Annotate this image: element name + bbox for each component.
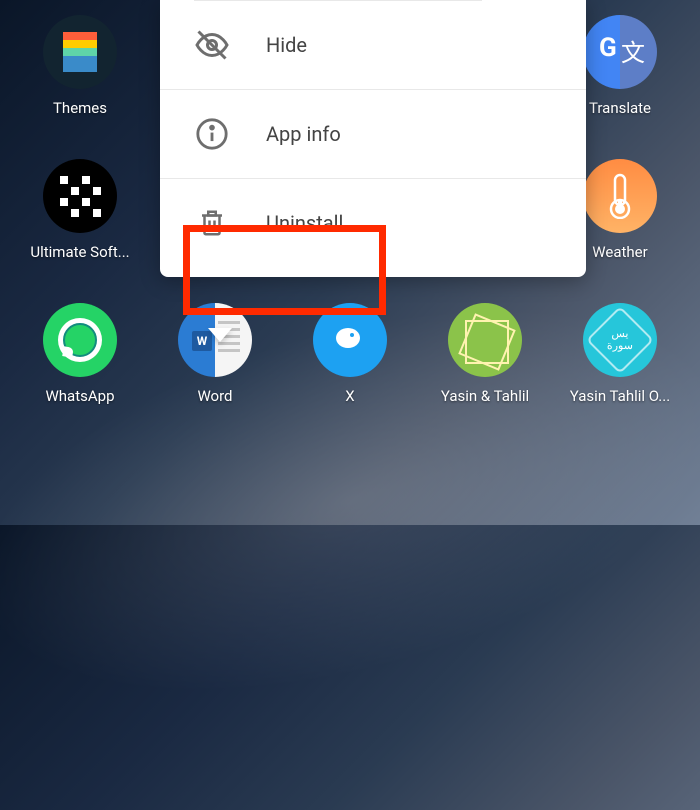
app-label: Weather [592,243,647,261]
app-yasin-tahlil[interactable]: Yasin & Tahlil [425,303,545,405]
info-icon [194,116,230,152]
app-label: Translate [589,99,651,117]
app-label: Yasin & Tahlil [441,387,529,405]
ultimate-icon [43,159,117,233]
menu-label: Hide [266,33,307,57]
themes-icon [43,15,117,89]
app-label: X [345,387,354,405]
menu-item-hide[interactable]: Hide [160,1,586,90]
menu-label: Uninstall [266,211,343,235]
app-label: Ultimate Soft... [30,243,129,261]
app-x[interactable]: X [290,303,410,405]
whatsapp-icon [43,303,117,377]
app-yasin-tahlil-o[interactable]: يسسورة Yasin Tahlil O... [560,303,680,405]
menu-label: App info [266,122,341,146]
app-word[interactable]: W Word [155,303,275,405]
menu-item-app-info[interactable]: App info [160,90,586,179]
app-themes[interactable]: Themes [20,15,140,117]
weather-icon [583,159,657,233]
app-label: Themes [53,99,107,117]
menu-pointer [208,328,232,342]
yasin2-icon: يسسورة [583,303,657,377]
translate-icon: G文 [583,15,657,89]
yasin-icon [448,303,522,377]
hide-icon [194,27,230,63]
app-label: WhatsApp [45,387,114,405]
app-whatsapp[interactable]: WhatsApp [20,303,140,405]
trash-icon [194,205,230,241]
app-label: Word [197,387,232,405]
menu-item-uninstall[interactable]: Uninstall [160,179,586,267]
x-icon [313,303,387,377]
app-ultimate[interactable]: Ultimate Soft... [20,159,140,261]
context-menu: Hide App info Uninstall [160,0,586,277]
app-label: Yasin Tahlil O... [570,387,670,405]
thermometer-icon [602,173,638,219]
